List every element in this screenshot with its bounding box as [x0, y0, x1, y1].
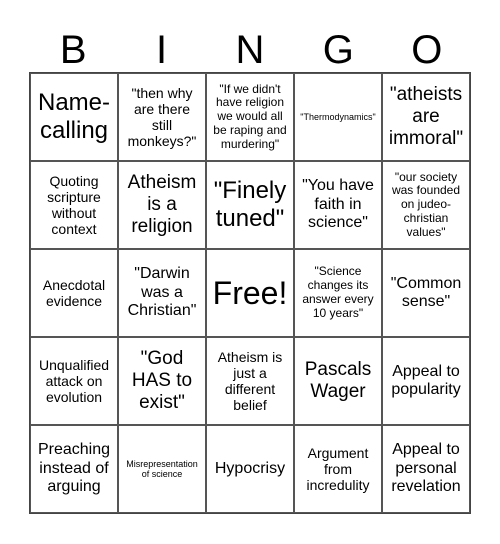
free-space[interactable]: Free! [206, 249, 294, 337]
header-letter-n: N [235, 28, 265, 72]
bingo-cell[interactable]: "You have faith in science" [294, 161, 382, 249]
bingo-cell[interactable]: Pascals Wager [294, 337, 382, 425]
bingo-cell[interactable]: "If we didn't have religion we would all… [206, 73, 294, 161]
bingo-cell[interactable]: Name-calling [30, 73, 118, 161]
bingo-cell[interactable]: Unqualified attack on evolution [30, 337, 118, 425]
header-letter-b: B [59, 28, 87, 72]
bingo-cell[interactable]: Misrepresentation of science [118, 425, 206, 513]
bingo-cell[interactable]: Argument from incredulity [294, 425, 382, 513]
bingo-cell[interactable]: "Science changes its answer every 10 yea… [294, 249, 382, 337]
header-letter-g: G [322, 28, 354, 72]
bingo-cell[interactable]: "then why are there still monkeys?" [118, 73, 206, 161]
bingo-cell[interactable]: Preaching instead of arguing [30, 425, 118, 513]
bingo-cell[interactable]: "Finely tuned" [206, 161, 294, 249]
bingo-header: B I N G O [29, 28, 471, 72]
bingo-cell[interactable]: Atheism is a religion [118, 161, 206, 249]
bingo-cell[interactable]: "Thermodynamics" [294, 73, 382, 161]
bingo-grid: Name-calling "then why are there still m… [29, 72, 471, 514]
bingo-cell[interactable]: "atheists are immoral" [382, 73, 470, 161]
header-letter-o: O [411, 28, 443, 72]
header-letter-i: I [156, 28, 168, 72]
bingo-cell[interactable]: "our society was founded on judeo-christ… [382, 161, 470, 249]
bingo-cell[interactable]: Quoting scripture without context [30, 161, 118, 249]
bingo-cell[interactable]: Anecdotal evidence [30, 249, 118, 337]
bingo-cell[interactable]: Appeal to popularity [382, 337, 470, 425]
bingo-cell[interactable]: "Darwin was a Christian" [118, 249, 206, 337]
bingo-cell[interactable]: Atheism is just a different belief [206, 337, 294, 425]
bingo-cell[interactable]: Hypocrisy [206, 425, 294, 513]
bingo-cell[interactable]: "Common sense" [382, 249, 470, 337]
bingo-cell[interactable]: "God HAS to exist" [118, 337, 206, 425]
bingo-cell[interactable]: Appeal to personal revelation [382, 425, 470, 513]
